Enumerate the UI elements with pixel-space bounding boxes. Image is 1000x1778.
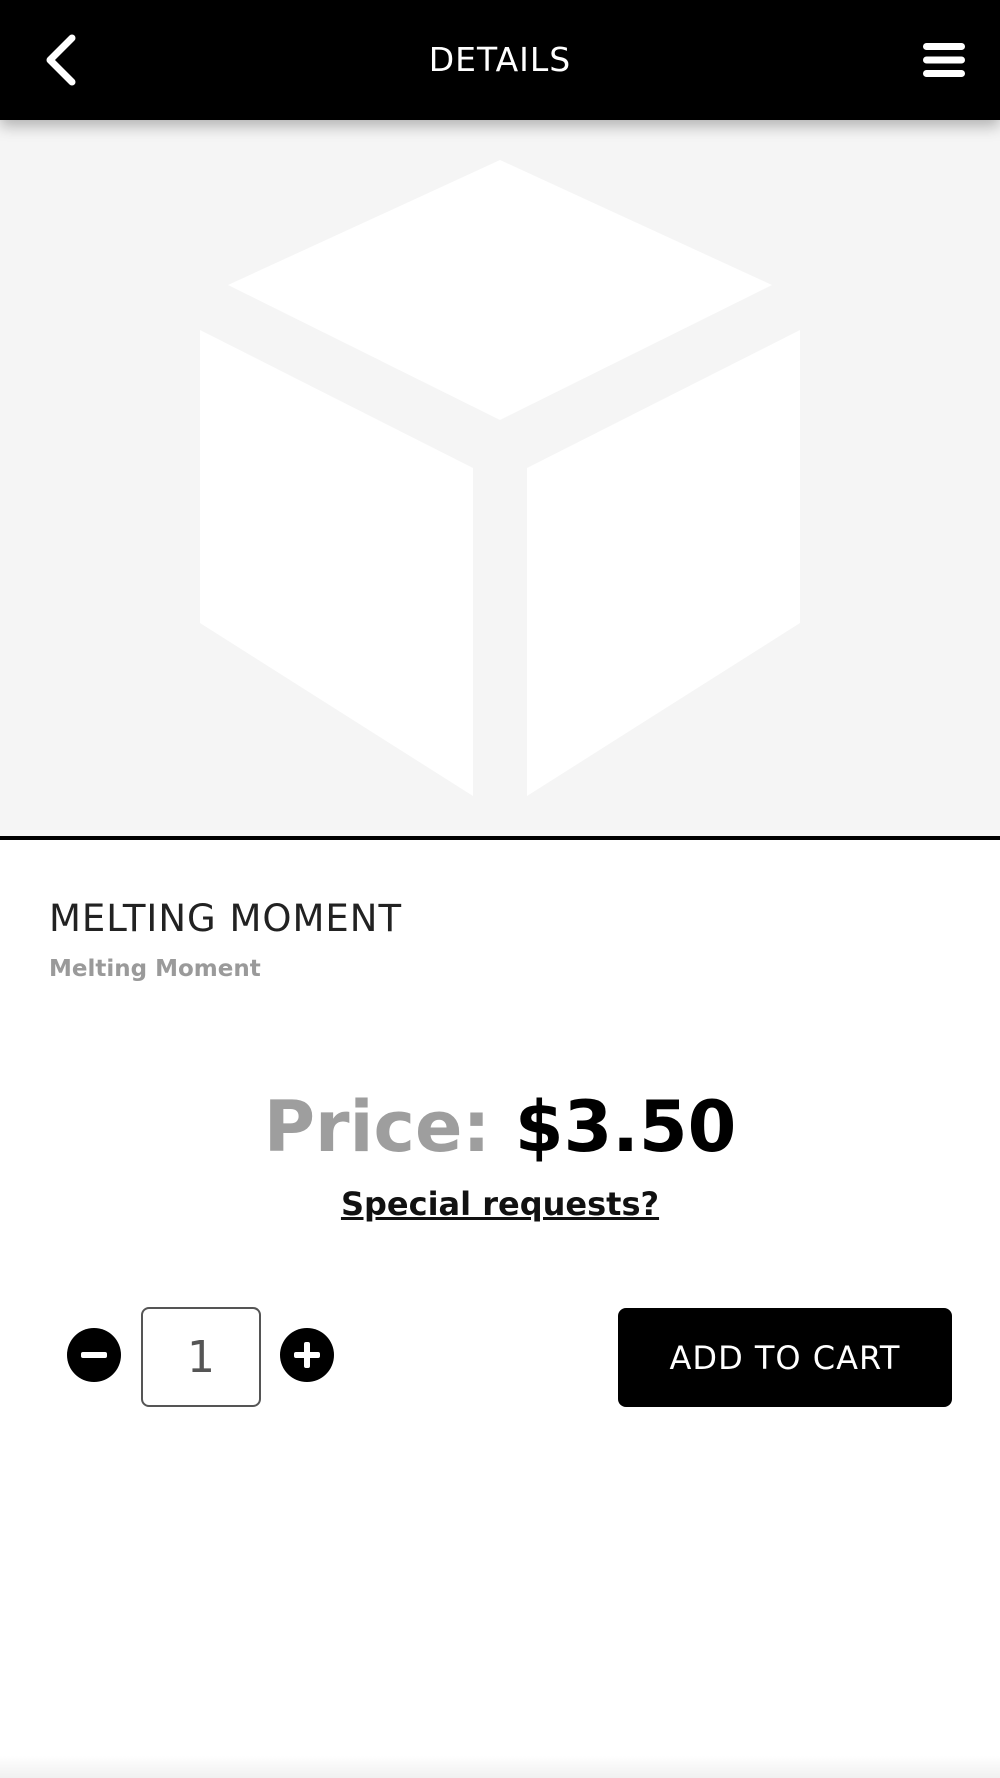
price-value: $3.50	[514, 1086, 737, 1168]
add-to-cart-button[interactable]: ADD TO CART	[618, 1308, 952, 1407]
page-title: DETAILS	[428, 40, 572, 79]
price-label: Price:	[263, 1086, 491, 1168]
quantity-input[interactable]	[141, 1307, 261, 1407]
product-image	[0, 120, 1000, 840]
back-button[interactable]	[24, 22, 100, 98]
top-bar: DETAILS	[0, 0, 1000, 120]
special-requests-link[interactable]: Special requests?	[341, 1185, 659, 1223]
decrement-quantity-button[interactable]	[67, 1328, 121, 1382]
product-details-screen: DETAILS MELTING MOMENT Melting Moment Pr…	[0, 0, 1000, 1778]
hamburger-menu-icon	[923, 43, 965, 77]
package-box-placeholder-icon	[200, 160, 800, 796]
price-row: Price: $3.50	[0, 1082, 1000, 1172]
menu-button[interactable]	[906, 22, 982, 98]
special-requests-row: Special requests?	[0, 1185, 1000, 1223]
chevron-left-icon	[46, 34, 76, 86]
product-name: MELTING MOMENT	[49, 897, 403, 940]
product-subtitle: Melting Moment	[49, 956, 261, 982]
bottom-edge	[0, 1756, 1000, 1778]
increment-quantity-button[interactable]	[280, 1328, 334, 1382]
